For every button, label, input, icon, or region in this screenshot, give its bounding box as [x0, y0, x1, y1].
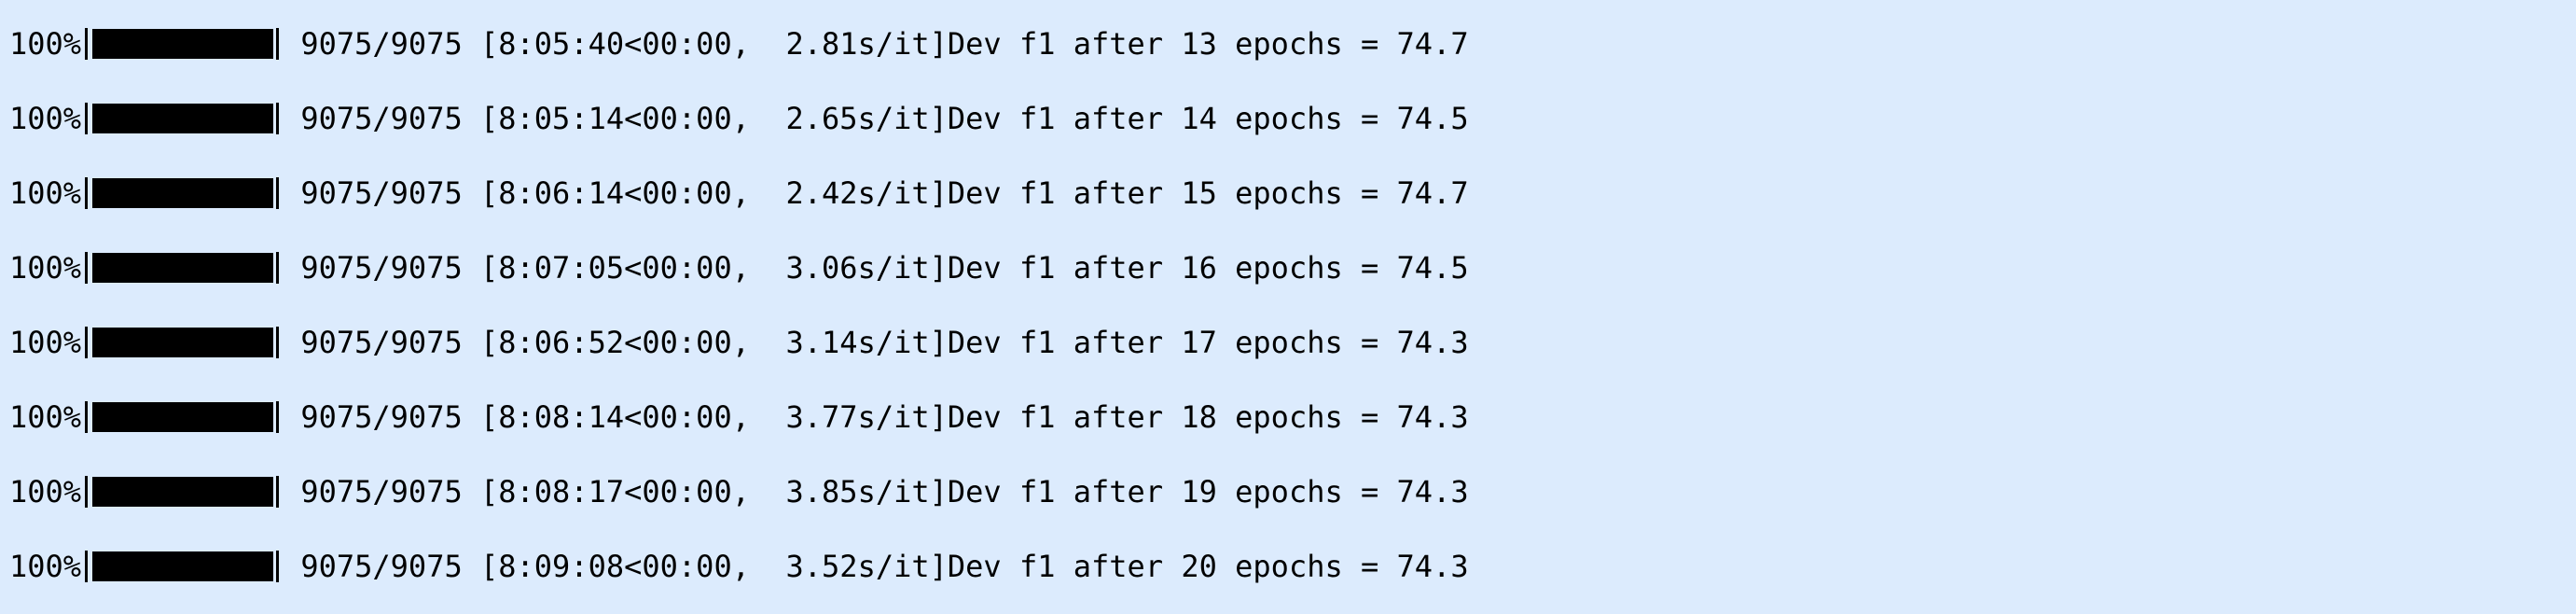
progress-bar-right-edge — [276, 551, 280, 582]
log-line: 100% 9075/9075 [8:05:14<00:00, 2.65s/it]… — [9, 100, 1469, 137]
progress-stats: 9075/9075 [8:07:05<00:00, 3.06s/it]Dev f… — [283, 250, 1469, 286]
terminal-output: 100% 9075/9075 [8:05:40<00:00, 2.81s/it]… — [0, 0, 2576, 614]
progress-bar — [81, 548, 283, 585]
progress-bar-left-edge — [85, 103, 89, 134]
progress-bar-left-edge — [85, 177, 89, 209]
progress-bar-left-edge — [85, 327, 89, 358]
progress-bar-fill — [92, 402, 274, 432]
log-line: 100% 9075/9075 [8:06:14<00:00, 2.42s/it]… — [9, 174, 1469, 212]
progress-bar-left-edge — [85, 28, 89, 60]
progress-bar — [81, 174, 283, 212]
progress-bar-left-edge — [85, 476, 89, 508]
log-line: 100% 9075/9075 [8:09:08<00:00, 3.52s/it]… — [9, 548, 1469, 585]
progress-bar-left-edge — [85, 401, 89, 433]
progress-percent: 100% — [9, 325, 82, 360]
progress-percent: 100% — [9, 175, 82, 211]
progress-stats: 9075/9075 [8:08:14<00:00, 3.77s/it]Dev f… — [283, 399, 1469, 435]
progress-stats: 9075/9075 [8:08:17<00:00, 3.85s/it]Dev f… — [283, 474, 1469, 509]
log-line: 100% 9075/9075 [8:05:40<00:00, 2.81s/it]… — [9, 25, 1469, 63]
progress-bar-fill — [92, 253, 274, 283]
progress-bar — [81, 249, 283, 286]
progress-percent: 100% — [9, 101, 82, 136]
progress-stats: 9075/9075 [8:06:14<00:00, 2.42s/it]Dev f… — [283, 175, 1469, 211]
progress-bar — [81, 473, 283, 510]
progress-percent: 100% — [9, 399, 82, 435]
progress-bar-fill — [92, 29, 274, 59]
progress-bar-right-edge — [276, 177, 280, 209]
progress-bar-right-edge — [276, 327, 280, 358]
progress-bar-right-edge — [276, 103, 280, 134]
progress-bar-fill — [92, 178, 274, 208]
log-line: 100% 9075/9075 [8:08:17<00:00, 3.85s/it]… — [9, 473, 1469, 510]
progress-bar-right-edge — [276, 252, 280, 284]
progress-stats: 9075/9075 [8:05:14<00:00, 2.65s/it]Dev f… — [283, 101, 1469, 136]
progress-bar — [81, 25, 283, 63]
progress-percent: 100% — [9, 474, 82, 509]
progress-stats: 9075/9075 [8:05:40<00:00, 2.81s/it]Dev f… — [283, 26, 1469, 62]
progress-bar-fill — [92, 477, 274, 507]
progress-percent: 100% — [9, 549, 82, 584]
progress-bar-fill — [92, 328, 274, 357]
progress-bar — [81, 324, 283, 361]
progress-bar — [81, 100, 283, 137]
progress-bar-fill — [92, 551, 274, 581]
progress-bar-fill — [92, 104, 274, 133]
log-line: 100% 9075/9075 [8:07:05<00:00, 3.06s/it]… — [9, 249, 1469, 286]
log-line: 100% 9075/9075 [8:06:52<00:00, 3.14s/it]… — [9, 324, 1469, 361]
progress-bar-left-edge — [85, 252, 89, 284]
progress-bar-right-edge — [276, 476, 280, 508]
progress-bar-left-edge — [85, 551, 89, 582]
progress-percent: 100% — [9, 26, 82, 62]
progress-stats: 9075/9075 [8:09:08<00:00, 3.52s/it]Dev f… — [283, 549, 1469, 584]
progress-percent: 100% — [9, 250, 82, 286]
progress-stats: 9075/9075 [8:06:52<00:00, 3.14s/it]Dev f… — [283, 325, 1469, 360]
progress-bar-right-edge — [276, 28, 280, 60]
progress-bar-right-edge — [276, 401, 280, 433]
progress-bar — [81, 398, 283, 436]
log-line: 100% 9075/9075 [8:08:14<00:00, 3.77s/it]… — [9, 398, 1469, 436]
